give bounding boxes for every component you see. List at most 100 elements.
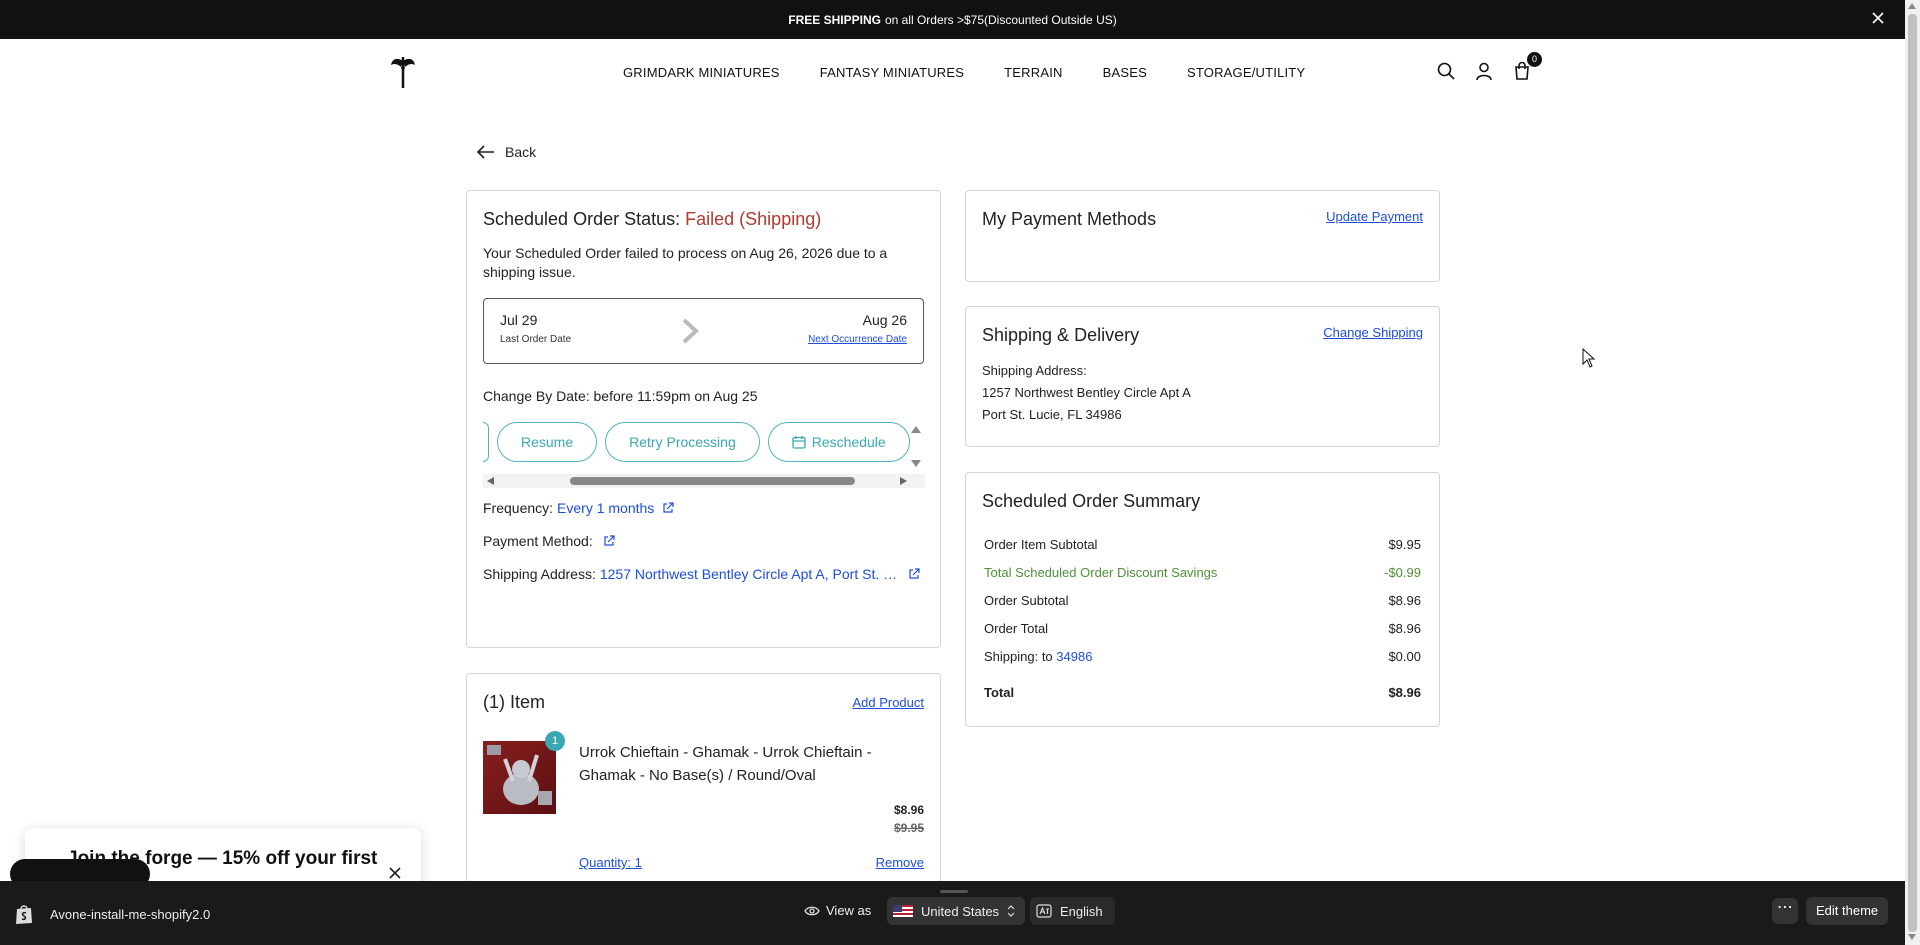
scroll-up-arrow[interactable]: [1908, 3, 1916, 9]
frequency-line: Frequency: Every 1 months: [483, 500, 924, 516]
back-label: Back: [505, 144, 537, 160]
shipping-title: Shipping & Delivery: [982, 325, 1140, 345]
scroll-up-arrow[interactable]: [911, 426, 921, 433]
resume-button[interactable]: Resume: [497, 422, 598, 462]
more-options-icon[interactable]: ⋯: [1772, 898, 1798, 924]
items-title: (1) Item: [483, 692, 546, 712]
mouse-cursor-icon: [1582, 347, 1596, 368]
account-icon[interactable]: [1474, 61, 1494, 81]
nav-item-terrain[interactable]: TERRAIN: [1004, 65, 1062, 80]
payment-method-line: Payment Method:: [483, 533, 924, 549]
status-title: Scheduled Order Status: Failed (Shipping…: [483, 209, 924, 230]
action-buttons-scroller[interactable]: Resume Retry Processing Reschedule: [483, 422, 925, 492]
order-summary-card: Scheduled Order Summary Order Item Subto…: [965, 472, 1440, 727]
nav-item-bases[interactable]: BASES: [1103, 65, 1147, 80]
eye-icon: [804, 906, 820, 915]
action-buttons: Resume Retry Processing Reschedule: [483, 422, 913, 464]
summary-row-discount: Total Scheduled Order Discount Savings -…: [982, 558, 1423, 586]
summary-total-label: Total: [984, 684, 1015, 700]
summary-row-value: $8.96: [1388, 620, 1421, 636]
status-state: Failed (Shipping): [685, 209, 822, 229]
nav-item-storage[interactable]: STORAGE/UTILITY: [1187, 65, 1305, 80]
horizontal-scroll-thumb[interactable]: [570, 477, 855, 485]
language-label: English: [1060, 903, 1103, 919]
shipping-address-label: Shipping Address:: [982, 363, 1087, 378]
site-header: GRIMDARK MINIATURES FANTASY MINIATURES T…: [0, 39, 1905, 109]
drag-handle[interactable]: [940, 890, 968, 893]
product-compare-price: $9.95: [893, 821, 924, 835]
shipping-header: Shipping & Delivery Change Shipping: [982, 325, 1423, 346]
external-link-icon[interactable]: [603, 535, 615, 547]
scroll-down-arrow[interactable]: [911, 460, 921, 467]
nav-item-fantasy[interactable]: FANTASY MINIATURES: [820, 65, 964, 80]
summary-title: Scheduled Order Summary: [982, 491, 1201, 511]
payment-title: My Payment Methods: [982, 209, 1157, 229]
remove-link[interactable]: Remove: [876, 855, 924, 870]
search-icon[interactable]: [1436, 61, 1456, 81]
hidden-button-fragment[interactable]: [483, 422, 489, 462]
summary-row-order-subtotal: Order Subtotal $8.96: [982, 586, 1423, 614]
view-as: View as: [804, 903, 871, 918]
summary-row-item-subtotal: Order Item Subtotal $9.95: [982, 530, 1423, 558]
frequency-link[interactable]: Every 1 months: [557, 500, 654, 516]
close-icon[interactable]: [387, 865, 403, 881]
scroll-left-arrow[interactable]: [487, 477, 494, 485]
cart-icon[interactable]: 0: [1512, 52, 1542, 81]
scroll-right-arrow[interactable]: [900, 477, 907, 485]
change-by-date: Change By Date: before 11:59pm on Aug 25: [483, 388, 758, 404]
close-icon[interactable]: [1869, 10, 1887, 28]
chevron-up-down-icon: [1007, 905, 1015, 917]
quantity-badge: 1: [545, 731, 565, 751]
retry-processing-button[interactable]: Retry Processing: [605, 422, 760, 462]
summary-shipping-label-wrap: Shipping: to 34986: [984, 649, 1092, 664]
cart-count-badge: 0: [1527, 52, 1542, 67]
announcement-bold: FREE SHIPPING: [788, 12, 881, 27]
change-shipping-link[interactable]: Change Shipping: [1323, 325, 1423, 340]
summary-row-shipping: Shipping: to 34986 $0.00: [982, 642, 1423, 670]
product-image[interactable]: [483, 741, 556, 814]
page-scroll-thumb[interactable]: [1908, 14, 1917, 932]
product-price: $8.96: [893, 803, 924, 817]
nav-item-grimdark[interactable]: GRIMDARK MINIATURES: [623, 65, 780, 80]
scroll-down-arrow[interactable]: [1908, 934, 1916, 940]
announcement-bar: FREE SHIPPING on all Orders >$75(Discoun…: [0, 0, 1905, 39]
quantity-link[interactable]: Quantity: 1: [579, 855, 642, 870]
shipping-delivery-card: Shipping & Delivery Change Shipping Ship…: [965, 306, 1440, 447]
country-selector[interactable]: United States: [887, 897, 1026, 925]
translate-icon: [1036, 904, 1052, 918]
summary-row-total: Total $8.96: [982, 678, 1423, 706]
header-icons: 0: [1436, 52, 1542, 81]
view-as-label: View as: [826, 903, 872, 918]
back-link[interactable]: Back: [477, 144, 536, 160]
add-product-link[interactable]: Add Product: [852, 695, 924, 710]
status-title-prefix: Scheduled Order Status:: [483, 209, 681, 229]
calendar-icon: [792, 436, 806, 449]
logo-icon[interactable]: [389, 55, 417, 89]
announcement-text: on all Orders >$75(Discounted Outside US…: [884, 12, 1117, 27]
reschedule-label: Reschedule: [811, 434, 886, 450]
external-link-icon[interactable]: [662, 502, 674, 514]
language-selector[interactable]: English: [1030, 897, 1115, 925]
update-payment-link[interactable]: Update Payment: [1326, 209, 1423, 224]
summary-row-label: Order Total: [984, 620, 1049, 636]
horizontal-scrollbar[interactable]: [483, 474, 925, 488]
summary-rows: Order Item Subtotal $9.95 Total Schedule…: [982, 530, 1423, 706]
payment-header: My Payment Methods Update Payment: [982, 209, 1423, 230]
reschedule-button[interactable]: Reschedule: [767, 422, 910, 462]
order-dates-box: Jul 29 Last Order Date Aug 26 Next Occur…: [483, 298, 924, 364]
shipping-address-link[interactable]: 1257 Northwest Bentley Circle Apt A, Por…: [600, 566, 900, 582]
list-item: 1 Urrok Chieftain - Ghamak - Urrok Chief…: [483, 731, 924, 870]
shipping-address-line1: 1257 Northwest Bentley Circle Apt A: [982, 385, 1191, 400]
external-link-icon[interactable]: [908, 568, 920, 580]
store-name-link[interactable]: Avone-install-me-shopify2.0: [14, 903, 210, 925]
summary-total-value: $8.96: [1388, 684, 1421, 700]
summary-shipping-value: $0.00: [1388, 648, 1421, 664]
edit-theme-button[interactable]: Edit theme: [1806, 897, 1889, 925]
next-occurrence-link[interactable]: Next Occurrence Date: [808, 334, 907, 345]
shopify-bag-icon: [16, 905, 32, 924]
page-scrollbar[interactable]: [1905, 0, 1920, 945]
summary-shipping-zip-link[interactable]: 34986: [1056, 649, 1092, 664]
summary-row-value: $8.96: [1388, 592, 1421, 608]
shipping-address-label: Shipping Address:: [483, 566, 596, 582]
summary-row-label: Total Scheduled Order Discount Savings: [984, 564, 1218, 580]
